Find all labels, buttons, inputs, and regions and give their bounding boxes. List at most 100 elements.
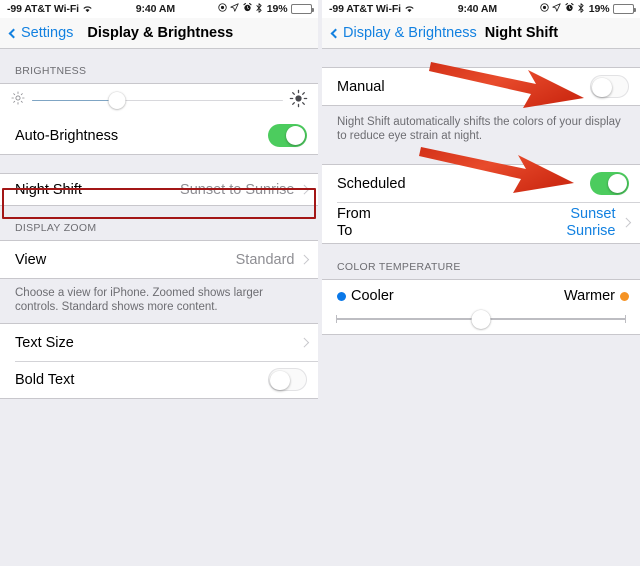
brightness-slider-knob[interactable] xyxy=(108,92,126,109)
status-bar-carrier-group: -99 AT&T Wi-Fi xyxy=(329,3,415,15)
track-end-cap-left xyxy=(336,315,338,323)
auto-brightness-label: Auto-Brightness xyxy=(15,127,119,144)
battery-percent-label: 19% xyxy=(266,3,288,15)
battery-icon xyxy=(291,4,314,14)
back-button-label: Settings xyxy=(21,25,74,41)
battery-icon xyxy=(613,4,636,14)
chevron-right-icon xyxy=(621,217,631,228)
page-title-left: Display & Brightness xyxy=(87,25,234,41)
night-shift-group: Night Shift Sunset to Sunrise xyxy=(0,173,318,206)
toggle-thumb xyxy=(270,370,290,391)
manual-toggle[interactable] xyxy=(590,75,629,98)
text-size-row[interactable]: Text Size xyxy=(0,324,318,361)
screenshot-stage: -99 AT&T Wi-Fi 9:40 AM 19% Settings Disp… xyxy=(0,0,640,566)
back-button-settings[interactable]: Settings xyxy=(8,25,73,41)
schedule-values: Sunset Sunrise xyxy=(566,206,615,239)
alarm-clock-icon xyxy=(565,3,574,15)
carrier-label: -99 AT&T Wi-Fi xyxy=(7,3,79,15)
warmer-label: Warmer xyxy=(563,288,615,304)
bold-text-row[interactable]: Bold Text xyxy=(0,361,318,398)
brightness-track-fill xyxy=(32,99,118,102)
right-screen-night-shift: -99 AT&T Wi-Fi 9:40 AM 19% Display & Bri… xyxy=(322,0,640,566)
status-bar-icons-group: 19% xyxy=(540,3,636,16)
brightness-section-header: BRIGHTNESS xyxy=(0,49,318,83)
display-zoom-footnote: Choose a view for iPhone. Zoomed shows l… xyxy=(0,279,318,323)
nav-bar-left: Settings Display & Brightness xyxy=(0,18,318,49)
status-bar-left: -99 AT&T Wi-Fi 9:40 AM 19% xyxy=(0,0,318,18)
sun-dim-icon xyxy=(10,90,26,111)
night-shift-value: Sunset to Sunrise xyxy=(180,181,295,198)
left-screen-display-brightness: -99 AT&T Wi-Fi 9:40 AM 19% Settings Disp… xyxy=(0,0,318,566)
display-zoom-section-header: DISPLAY ZOOM xyxy=(0,206,318,240)
from-value: Sunset xyxy=(570,206,616,222)
display-zoom-group: View Standard xyxy=(0,240,318,279)
back-button-display-brightness[interactable]: Display & Brightness xyxy=(330,25,477,41)
text-size-label: Text Size xyxy=(15,334,74,351)
bold-text-label: Bold Text xyxy=(15,371,75,388)
scheduled-row[interactable]: Scheduled xyxy=(322,165,640,202)
manual-group: Manual xyxy=(322,67,640,106)
location-arrow-icon xyxy=(552,3,561,15)
alarm-clock-icon xyxy=(243,3,252,15)
night-shift-label: Night Shift xyxy=(15,181,82,198)
nav-bar-right: Display & Brightness Night Shift xyxy=(322,18,640,49)
to-value: Sunrise xyxy=(566,222,616,239)
scheduled-toggle[interactable] xyxy=(590,172,629,195)
clock-label: 9:40 AM xyxy=(457,3,497,15)
toggle-thumb xyxy=(607,173,628,194)
text-group: Text Size Bold Text xyxy=(0,323,318,399)
view-value: Standard xyxy=(235,251,295,268)
toggle-thumb xyxy=(285,125,306,146)
view-row[interactable]: View Standard xyxy=(0,241,318,278)
do-not-disturb-icon xyxy=(540,3,549,15)
auto-brightness-row[interactable]: Auto-Brightness xyxy=(0,117,318,154)
spacer-top-right xyxy=(322,49,640,67)
bold-text-toggle[interactable] xyxy=(268,368,307,391)
chevron-left-icon xyxy=(8,28,19,38)
status-bar-icons-group: 19% xyxy=(218,3,314,16)
from-label: From xyxy=(337,206,371,222)
auto-brightness-toggle[interactable] xyxy=(268,124,307,147)
location-arrow-icon xyxy=(230,3,239,15)
chevron-left-icon xyxy=(330,28,341,38)
to-label: To xyxy=(337,222,353,239)
color-temperature-slider-knob[interactable] xyxy=(471,309,491,329)
do-not-disturb-icon xyxy=(218,3,227,15)
track-end-cap-right xyxy=(624,315,626,323)
color-temperature-slider-row[interactable] xyxy=(322,306,640,334)
color-temperature-section-header: COLOR TEMPERATURE xyxy=(322,244,640,279)
wifi-icon xyxy=(82,3,93,15)
status-bar-right: -99 AT&T Wi-Fi 9:40 AM 19% xyxy=(322,0,640,18)
cooler-label: Cooler xyxy=(351,288,394,304)
schedule-times-row[interactable]: From To Sunset Sunrise xyxy=(322,202,640,243)
bluetooth-icon xyxy=(255,3,263,16)
brightness-group: Auto-Brightness xyxy=(0,83,318,155)
bluetooth-icon xyxy=(577,3,585,16)
scheduled-label: Scheduled xyxy=(337,175,406,192)
brightness-slider-row[interactable] xyxy=(0,84,318,117)
warmer-dot-icon xyxy=(620,291,629,301)
battery-percent-label: 19% xyxy=(588,3,610,15)
back-button-label: Display & Brightness xyxy=(343,25,477,41)
brightness-track[interactable] xyxy=(32,91,283,111)
chevron-right-icon xyxy=(299,254,309,265)
toggle-thumb xyxy=(592,77,612,98)
view-label: View xyxy=(15,251,47,268)
spacer-1 xyxy=(0,155,318,173)
warmer-label-group: Warmer xyxy=(564,288,629,304)
clock-label: 9:40 AM xyxy=(135,3,175,15)
manual-row[interactable]: Manual xyxy=(322,68,640,105)
color-temperature-group: Cooler Warmer xyxy=(322,279,640,335)
night-shift-row[interactable]: Night Shift Sunset to Sunrise xyxy=(0,174,318,205)
color-temperature-labels: Cooler Warmer xyxy=(322,280,640,306)
scheduled-group: Scheduled From To Sunset Sunrise xyxy=(322,164,640,244)
color-temperature-track[interactable] xyxy=(336,309,626,329)
cooler-dot-icon xyxy=(337,291,346,301)
wifi-icon xyxy=(404,3,415,15)
chevron-right-icon xyxy=(299,184,309,195)
schedule-labels: From To xyxy=(337,206,566,239)
status-bar-carrier-group: -99 AT&T Wi-Fi xyxy=(7,3,93,15)
manual-label: Manual xyxy=(337,78,385,95)
cooler-label-group: Cooler xyxy=(337,288,394,304)
chevron-right-icon xyxy=(299,337,309,348)
